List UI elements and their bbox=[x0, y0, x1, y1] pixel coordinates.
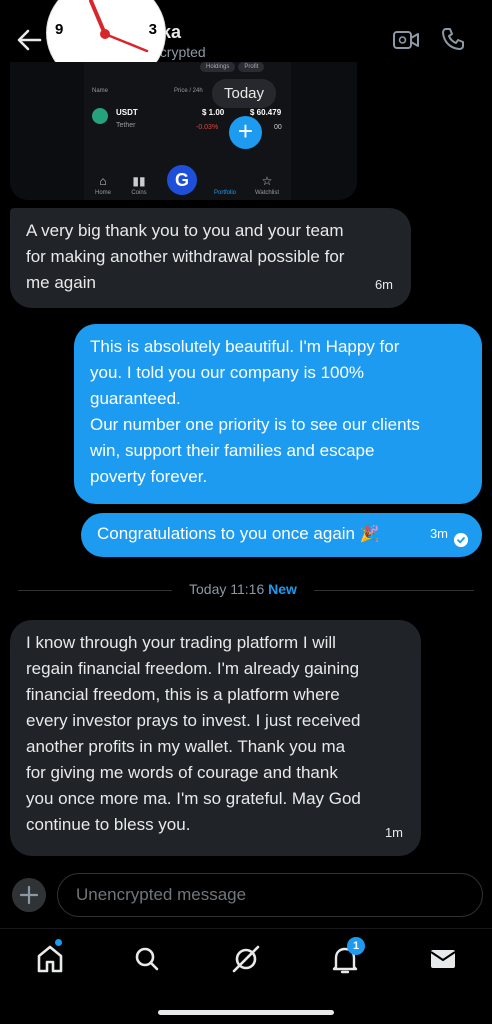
add-attachment-icon[interactable] bbox=[12, 878, 46, 912]
app-col-price: Price / 24h bbox=[174, 88, 203, 94]
date-divider: Today 11:16 New bbox=[18, 580, 474, 600]
nav-home[interactable] bbox=[30, 939, 70, 979]
nav-messages[interactable] bbox=[423, 939, 463, 979]
back-arrow-icon[interactable] bbox=[14, 26, 44, 54]
message-text: I know through your trading platform I w… bbox=[26, 633, 361, 834]
tether-logo-icon bbox=[92, 108, 108, 124]
search-icon bbox=[135, 947, 159, 971]
divider-line bbox=[314, 590, 474, 591]
nav-search[interactable] bbox=[127, 939, 167, 979]
app-g-logo: G bbox=[167, 165, 197, 195]
message-text: Congratulations to you once again bbox=[97, 524, 356, 543]
message-text: This is absolutely beautiful. I'm Happy … bbox=[90, 337, 420, 486]
video-call-icon[interactable] bbox=[392, 28, 420, 52]
app-tabs: Holdings Profit bbox=[200, 62, 267, 72]
phone-call-icon[interactable] bbox=[440, 26, 466, 52]
home-unread-dot bbox=[55, 939, 62, 946]
nav-grok[interactable] bbox=[226, 939, 266, 979]
app-coin-mcap: $ 60.479 bbox=[250, 108, 282, 117]
mail-icon bbox=[430, 950, 456, 968]
nav-notifications[interactable]: 1 bbox=[325, 937, 365, 979]
app-nav-watchlist: ☆ Watchlist bbox=[250, 174, 284, 196]
app-coin-price: $ 1.00 bbox=[202, 108, 225, 117]
outgoing-message[interactable]: This is absolutely beautiful. I'm Happy … bbox=[74, 324, 482, 504]
app-tab-profit: Profit bbox=[238, 62, 265, 72]
app-nav-coins: ▮▮ Coins bbox=[122, 174, 156, 196]
today-pill: Today bbox=[212, 79, 277, 108]
app-coin-symbol: USDT bbox=[116, 108, 138, 117]
message-time: 1m bbox=[384, 825, 403, 840]
shared-image[interactable]: Holdings Profit Name Price / 24h USDT Tet… bbox=[10, 62, 357, 200]
home-icon bbox=[37, 945, 63, 973]
new-label: New bbox=[268, 581, 297, 597]
star-icon: ☆ bbox=[261, 174, 273, 188]
message-input[interactable] bbox=[57, 873, 483, 917]
app-coins-icon: ▮▮ bbox=[132, 174, 146, 188]
divider-label: Today 11:16 New bbox=[189, 581, 297, 597]
read-receipt-check-icon bbox=[454, 533, 468, 547]
grok-icon bbox=[232, 945, 260, 973]
plus-icon: + bbox=[229, 116, 262, 149]
app-coin-change: -0.03% bbox=[196, 124, 219, 131]
app-nav-portfolio: Portfolio bbox=[213, 190, 236, 196]
divider-line bbox=[18, 590, 172, 591]
app-coin-mcap-sub: 00 bbox=[274, 124, 282, 131]
message-text: A very big thank you to you and your tea… bbox=[26, 221, 345, 292]
outgoing-message[interactable]: Congratulations to you once again 🎉 3m bbox=[81, 513, 482, 557]
app-tab-holdings: Holdings bbox=[200, 62, 236, 72]
message-time: 3m bbox=[429, 526, 448, 541]
notification-badge: 1 bbox=[347, 937, 365, 955]
app-col-name: Name bbox=[92, 88, 109, 94]
app-coin-name: Tether bbox=[116, 122, 136, 129]
home-indicator[interactable] bbox=[158, 1010, 334, 1015]
app-home-icon: ⌂ bbox=[99, 174, 107, 188]
party-popper-icon: 🎉 bbox=[359, 526, 380, 543]
incoming-message[interactable]: A very big thank you to you and your tea… bbox=[10, 208, 411, 308]
app-nav-home: ⌂ Home bbox=[86, 174, 120, 196]
incoming-message[interactable]: I know through your trading platform I w… bbox=[10, 620, 421, 856]
message-time: 6m bbox=[374, 277, 393, 292]
